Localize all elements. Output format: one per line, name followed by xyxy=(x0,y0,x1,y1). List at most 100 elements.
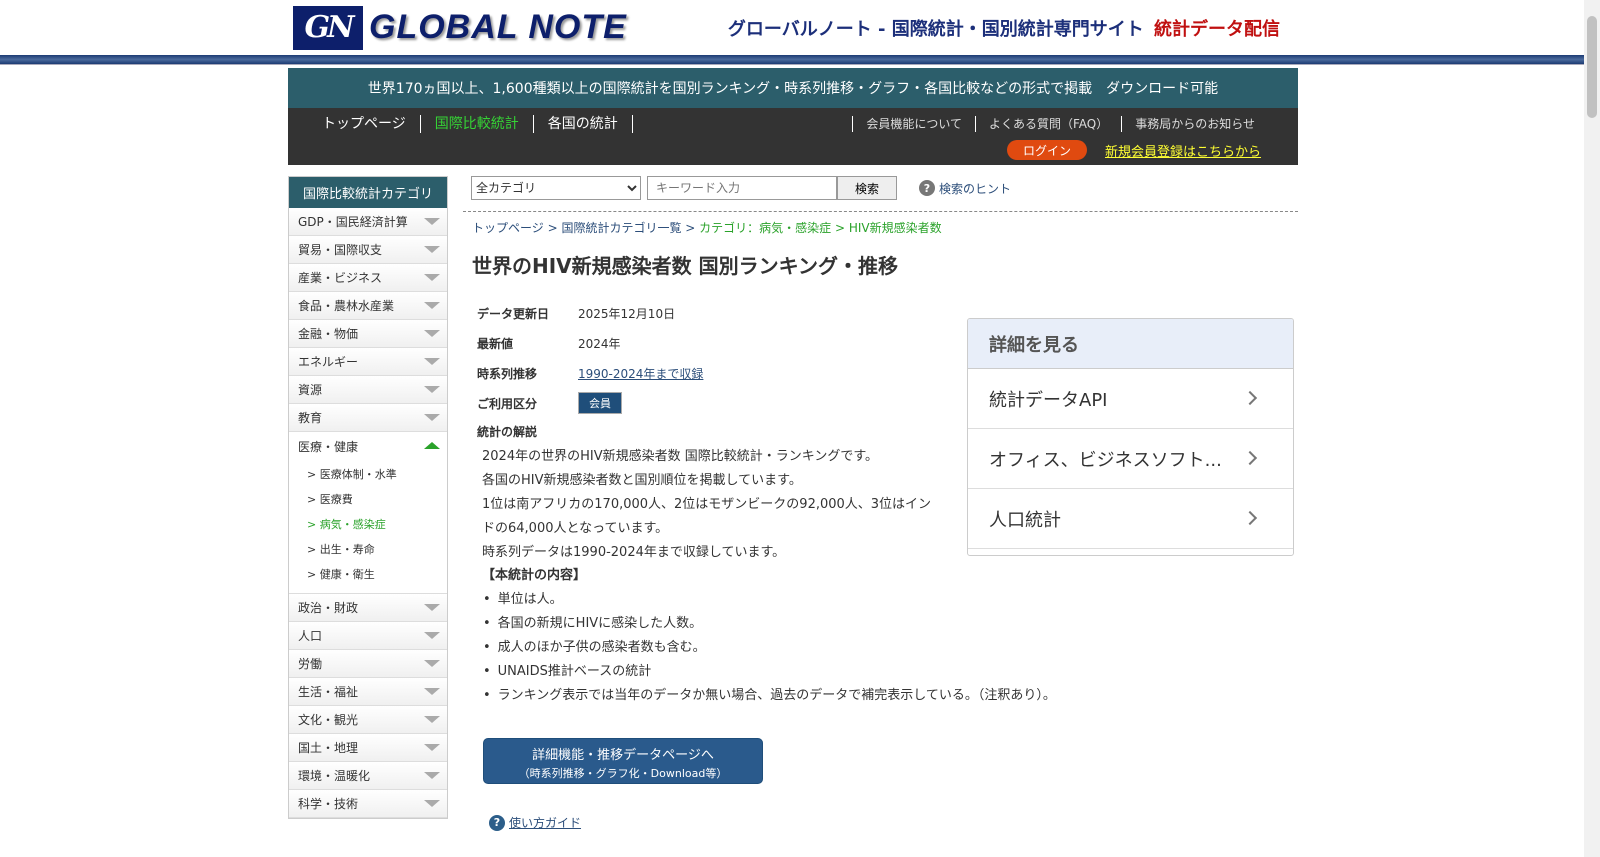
panel-item-label: 統計データAPI xyxy=(989,389,1108,411)
category-label: 貿易・国際収支 xyxy=(298,243,383,257)
page-scrollbar[interactable] xyxy=(1584,0,1600,857)
login-button[interactable]: ログイン xyxy=(1007,140,1087,160)
expand-arrow-icon[interactable] xyxy=(424,660,440,667)
expand-arrow-icon[interactable] xyxy=(424,414,440,421)
sidebar-category[interactable]: 食品・農林水産業 xyxy=(289,292,447,320)
contents-heading: 【本統計の内容】 xyxy=(482,568,587,583)
main-nav: トップページ 国際比較統計 各国の統計 xyxy=(308,115,633,133)
category-label: 環境・温暖化 xyxy=(298,769,371,783)
breadcrumb-top[interactable]: トップページ xyxy=(472,221,544,235)
series-range-link[interactable]: 1990-2024年まで収録 xyxy=(578,365,703,382)
expand-arrow-icon[interactable] xyxy=(424,274,440,281)
category-select[interactable]: 全カテゴリ xyxy=(471,176,641,200)
subcategory-list: > 医療体制・水準 > 医療費 > 病気・感染症 > 出生・寿命 > 健康・衛生 xyxy=(289,460,447,594)
subcategory-item[interactable]: > 出生・寿命 xyxy=(307,537,447,562)
chevron-right-icon xyxy=(1242,390,1258,406)
usage-guide-link[interactable]: ? 使い方ガイド xyxy=(489,814,581,831)
sidebar-category-open[interactable]: 医療・健康 xyxy=(289,432,447,460)
sidebar-category[interactable]: 政治・財政 xyxy=(289,594,447,622)
expand-arrow-icon[interactable] xyxy=(424,302,440,309)
breadcrumb-separator: > xyxy=(831,221,849,235)
subcategory-item[interactable]: > 医療費 xyxy=(307,487,447,512)
search-button[interactable]: 検索 xyxy=(837,176,897,200)
sidebar-category[interactable]: 労働 xyxy=(289,650,447,678)
panel-item-api[interactable]: 統計データAPI xyxy=(968,369,1293,429)
nav-top-page[interactable]: トップページ xyxy=(308,115,421,133)
nav-announcements[interactable]: 事務局からのお知らせ xyxy=(1121,116,1268,132)
expand-arrow-icon[interactable] xyxy=(424,716,440,723)
collapse-arrow-icon[interactable] xyxy=(424,442,440,449)
category-label: 教育 xyxy=(298,411,323,425)
sidebar-category[interactable]: 環境・温暖化 xyxy=(289,762,447,790)
subcategory-item[interactable]: > 医療体制・水準 xyxy=(307,462,447,487)
sidebar-category[interactable]: 資源 xyxy=(289,376,447,404)
expand-arrow-icon[interactable] xyxy=(424,632,440,639)
description-text: 2024年の世界のHIV新規感染者数 国際比較統計・ランキングです。 各国のHI… xyxy=(482,445,942,565)
scrollbar-thumb[interactable] xyxy=(1587,16,1597,118)
info-row-latest: 最新値 2024年 xyxy=(477,328,703,358)
subcategory-item[interactable]: > 健康・衛生 xyxy=(307,562,447,587)
sidebar-category[interactable]: エネルギー xyxy=(289,348,447,376)
sidebar-title: 国際比較統計カテゴリ xyxy=(289,177,447,208)
breadcrumb-separator: > xyxy=(543,221,562,235)
list-item: 各国の新規にHIVに感染した人数。 xyxy=(497,612,1056,636)
category-label: 生活・福祉 xyxy=(298,685,359,699)
contents-list: 単位は人。 各国の新規にHIVに感染した人数。 成人のほか子供の感染者数も含む。… xyxy=(497,588,1056,708)
expand-arrow-icon[interactable] xyxy=(424,688,440,695)
sidebar-category[interactable]: 産業・ビジネス xyxy=(289,264,447,292)
search-hint-link[interactable]: ? 検索のヒント xyxy=(919,180,1011,197)
sidebar-category[interactable]: 科学・技術 xyxy=(289,790,447,818)
info-label: ご利用区分 xyxy=(477,396,538,411)
keyword-input[interactable] xyxy=(647,176,837,200)
expand-arrow-icon[interactable] xyxy=(424,358,440,365)
header-stripe xyxy=(0,55,1584,65)
list-item: 単位は人。 xyxy=(497,588,1056,612)
nav-international-stats[interactable]: 国際比較統計 xyxy=(421,115,534,133)
panel-item-office[interactable]: オフィス、ビジネスソフト... xyxy=(968,429,1293,489)
subcategory-item-active[interactable]: > 病気・感染症 xyxy=(307,512,447,537)
expand-arrow-icon[interactable] xyxy=(424,744,440,751)
sidebar-category[interactable]: 生活・福祉 xyxy=(289,678,447,706)
sidebar-category[interactable]: 金融・物価 xyxy=(289,320,447,348)
site-logo[interactable]: GN GLOBAL NOTE xyxy=(293,5,627,50)
sidebar-category[interactable]: 国土・地理 xyxy=(289,734,447,762)
tagline-highlight[interactable]: 統計データ配信 xyxy=(1154,19,1280,40)
expand-arrow-icon[interactable] xyxy=(424,386,440,393)
secondary-nav: 会員機能について よくある質問（FAQ） 事務局からのお知らせ xyxy=(852,116,1268,132)
info-label: データ更新日 xyxy=(477,306,550,321)
sidebar-category[interactable]: GDP・国民経済計算 xyxy=(289,208,447,236)
breadcrumb-list[interactable]: 国際統計カテゴリ一覧 xyxy=(561,221,681,235)
category-label: 資源 xyxy=(298,383,323,397)
panel-item-population[interactable]: 人口統計 xyxy=(968,489,1293,549)
category-label: 科学・技術 xyxy=(298,797,359,811)
expand-arrow-icon[interactable] xyxy=(424,330,440,337)
category-label: 労働 xyxy=(298,657,323,671)
sidebar-category[interactable]: 文化・観光 xyxy=(289,706,447,734)
description-paragraph: 時系列データは1990-2024年まで収録しています。 xyxy=(482,545,786,560)
nav-member-features[interactable]: 会員機能について xyxy=(852,116,975,132)
category-label: 政治・財政 xyxy=(298,601,359,615)
sidebar-category[interactable]: 貿易・国際収支 xyxy=(289,236,447,264)
category-label: 国土・地理 xyxy=(298,741,359,755)
expand-arrow-icon[interactable] xyxy=(424,246,440,253)
breadcrumb-category[interactable]: カテゴリ：病気・感染症 xyxy=(699,221,831,235)
breadcrumb-separator: > xyxy=(681,221,700,235)
info-label: 最新値 xyxy=(477,336,514,351)
detail-button-sublabel: （時系列推移・グラフ化・Download等） xyxy=(518,767,728,780)
expand-arrow-icon[interactable] xyxy=(424,772,440,779)
description-heading: 統計の解説 xyxy=(477,425,538,439)
nav-faq[interactable]: よくある質問（FAQ） xyxy=(974,116,1121,132)
category-label: エネルギー xyxy=(298,355,359,369)
expand-arrow-icon[interactable] xyxy=(424,800,440,807)
expand-arrow-icon[interactable] xyxy=(424,604,440,611)
sidebar-category[interactable]: 教育 xyxy=(289,404,447,432)
sidebar-category[interactable]: 人口 xyxy=(289,622,447,650)
nav-country-stats[interactable]: 各国の統計 xyxy=(534,115,633,133)
search-hint-label: 検索のヒント xyxy=(939,181,1012,196)
chevron-right-icon xyxy=(1242,510,1258,526)
detail-page-button[interactable]: 詳細機能・推移データページへ （時系列推移・グラフ化・Download等） xyxy=(483,738,763,784)
register-link[interactable]: 新規会員登録はこちらから xyxy=(1105,141,1261,160)
expand-arrow-icon[interactable] xyxy=(424,218,440,225)
category-label: GDP・国民経済計算 xyxy=(298,215,408,229)
info-value: 2024年 xyxy=(578,336,621,351)
